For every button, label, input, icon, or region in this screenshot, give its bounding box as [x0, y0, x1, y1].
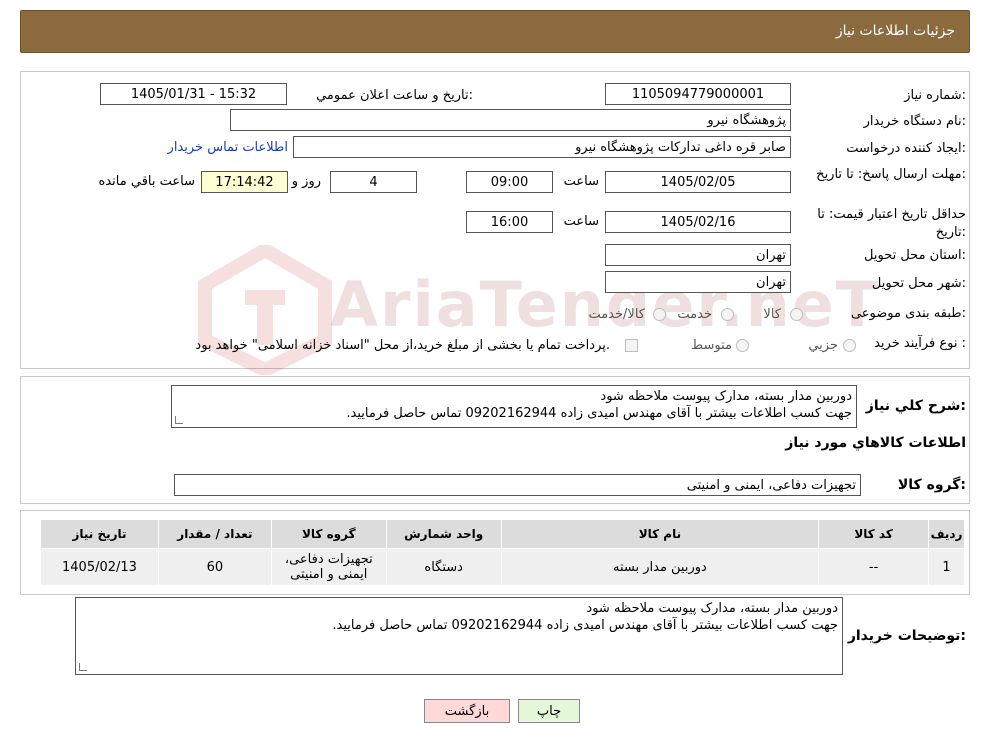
city-label: شهر محل تحويل: [871, 276, 966, 291]
cell-row: 1 [928, 548, 965, 586]
deadline-time-field: 09:00 [466, 171, 553, 193]
table-row: 1 -- دوربین مدار بسته دستگاه تجهیزات دفا… [40, 548, 965, 586]
need-number-field: 1105094779000001 [605, 83, 791, 105]
cell-unit: دستگاه [385, 548, 502, 586]
buyer-org-field: پژوهشگاه نیرو [230, 109, 791, 131]
buyer-notes-line-2: جهت کسب اطلاعات بیشتر با آقای مهندس امید… [332, 618, 838, 633]
province-field: تهران [605, 244, 791, 266]
col-code: کد کالا [818, 519, 930, 549]
category-service-label: خدمت [677, 307, 712, 322]
description-line-1: دوربین مدار بسته، مدارک پیوست ملاحظه شود [600, 389, 852, 404]
cell-group: تجهیزات دفاعی، ایمنی و امنیتی [270, 548, 387, 586]
process-minor-radio[interactable] [843, 339, 856, 352]
resize-handle-icon[interactable] [79, 663, 87, 671]
requester-field: صابر قره داغی تدارکات پژوهشگاه نیرو [293, 136, 791, 158]
col-date: تاريخ نياز [40, 519, 159, 549]
buyer-notes-textarea[interactable]: دوربین مدار بسته، مدارک پیوست ملاحظه شود… [75, 597, 843, 675]
process-medium-radio[interactable] [736, 339, 749, 352]
category-goods-service-label: کالا/خدمت [588, 307, 645, 322]
city-field: تهران [605, 271, 791, 293]
print-button[interactable]: چاپ [518, 699, 580, 723]
page-header: جزئیات اطلاعات نیاز [20, 10, 970, 53]
validity-time-field: 16:00 [466, 211, 553, 233]
description-label: شرح کلي نياز: [865, 398, 966, 414]
category-goods-label: کالا [763, 307, 781, 322]
buyer-notes-line-1: دوربین مدار بسته، مدارک پیوست ملاحظه شود [586, 601, 838, 616]
category-service-radio[interactable] [721, 308, 734, 321]
description-textarea[interactable]: دوربین مدار بسته، مدارک پیوست ملاحظه شود… [171, 385, 857, 428]
remaining-label: ساعت باقي مانده [98, 174, 195, 189]
col-unit: واحد شمارش [385, 519, 502, 549]
items-table: رديف کد کالا نام کالا واحد شمارش گروه کا… [40, 519, 965, 586]
category-goods-service-radio[interactable] [653, 308, 666, 321]
deadline-date-field: 1405/02/05 [605, 171, 791, 193]
days-field: 4 [330, 171, 417, 193]
back-button[interactable]: بازگشت [424, 699, 510, 723]
validity-label: حداقل تاريخ اعتبار قيمت: تا تاريخ: [817, 207, 966, 240]
watermark-logo-icon [198, 245, 332, 375]
validity-date-field: 1405/02/16 [605, 211, 791, 233]
resize-handle-icon[interactable] [175, 416, 183, 424]
category-label: طبقه بندی موضوعی: [850, 306, 966, 321]
need-number-label: شماره نیاز: [904, 88, 966, 103]
goods-section-title: اطلاعات کالاهاي مورد نياز [785, 435, 966, 451]
days-label: روز و [291, 174, 321, 189]
col-qty: تعداد / مقدار [157, 519, 272, 549]
remaining-time-field: 17:14:42 [201, 171, 288, 193]
goods-group-label: گروه کالا: [897, 477, 966, 493]
announce-field: 1405/01/31 - 15:32 [100, 83, 287, 105]
cell-date: 1405/02/13 [40, 548, 159, 586]
deadline-time-label: ساعت [563, 174, 599, 189]
goods-group-field: تجهیزات دفاعی، ایمنی و امنیتی [174, 474, 861, 496]
col-group: گروه کالا [270, 519, 387, 549]
items-table-header: رديف کد کالا نام کالا واحد شمارش گروه کا… [40, 519, 965, 549]
page-title: جزئیات اطلاعات نیاز [835, 23, 955, 39]
buyer-notes-label: توضيحات خريدار: [847, 628, 966, 644]
col-row: رديف [928, 519, 965, 549]
announce-label: تاریخ و ساعت اعلان عمومي: [316, 88, 473, 103]
treasury-checkbox[interactable] [625, 339, 638, 352]
buyer-org-label: نام دستگاه خريدار: [863, 114, 966, 129]
process-label: نوع فرآيند خريد : [874, 336, 966, 351]
process-medium-label: متوسط [691, 338, 732, 353]
validity-time-label: ساعت [563, 214, 599, 229]
cell-name: دوربین مدار بسته [500, 548, 820, 586]
description-line-2: جهت کسب اطلاعات بیشتر با آقای مهندس امید… [346, 406, 852, 421]
col-name: نام کالا [500, 519, 820, 549]
buyer-contact-link[interactable]: اطلاعات تماس خريدار [168, 140, 288, 155]
province-label: استان محل تحويل: [864, 248, 966, 263]
cell-code: -- [818, 548, 930, 586]
category-goods-radio[interactable] [790, 308, 803, 321]
deadline-label: مهلت ارسال پاسخ: تا تاريخ: [816, 167, 966, 182]
process-minor-label: جزيي [808, 338, 838, 353]
treasury-note: پرداخت تمام يا بخشی از مبلغ خريد،از محل … [195, 338, 610, 353]
requester-label: ايجاد کننده درخواست: [846, 141, 966, 156]
cell-qty: 60 [157, 548, 272, 586]
